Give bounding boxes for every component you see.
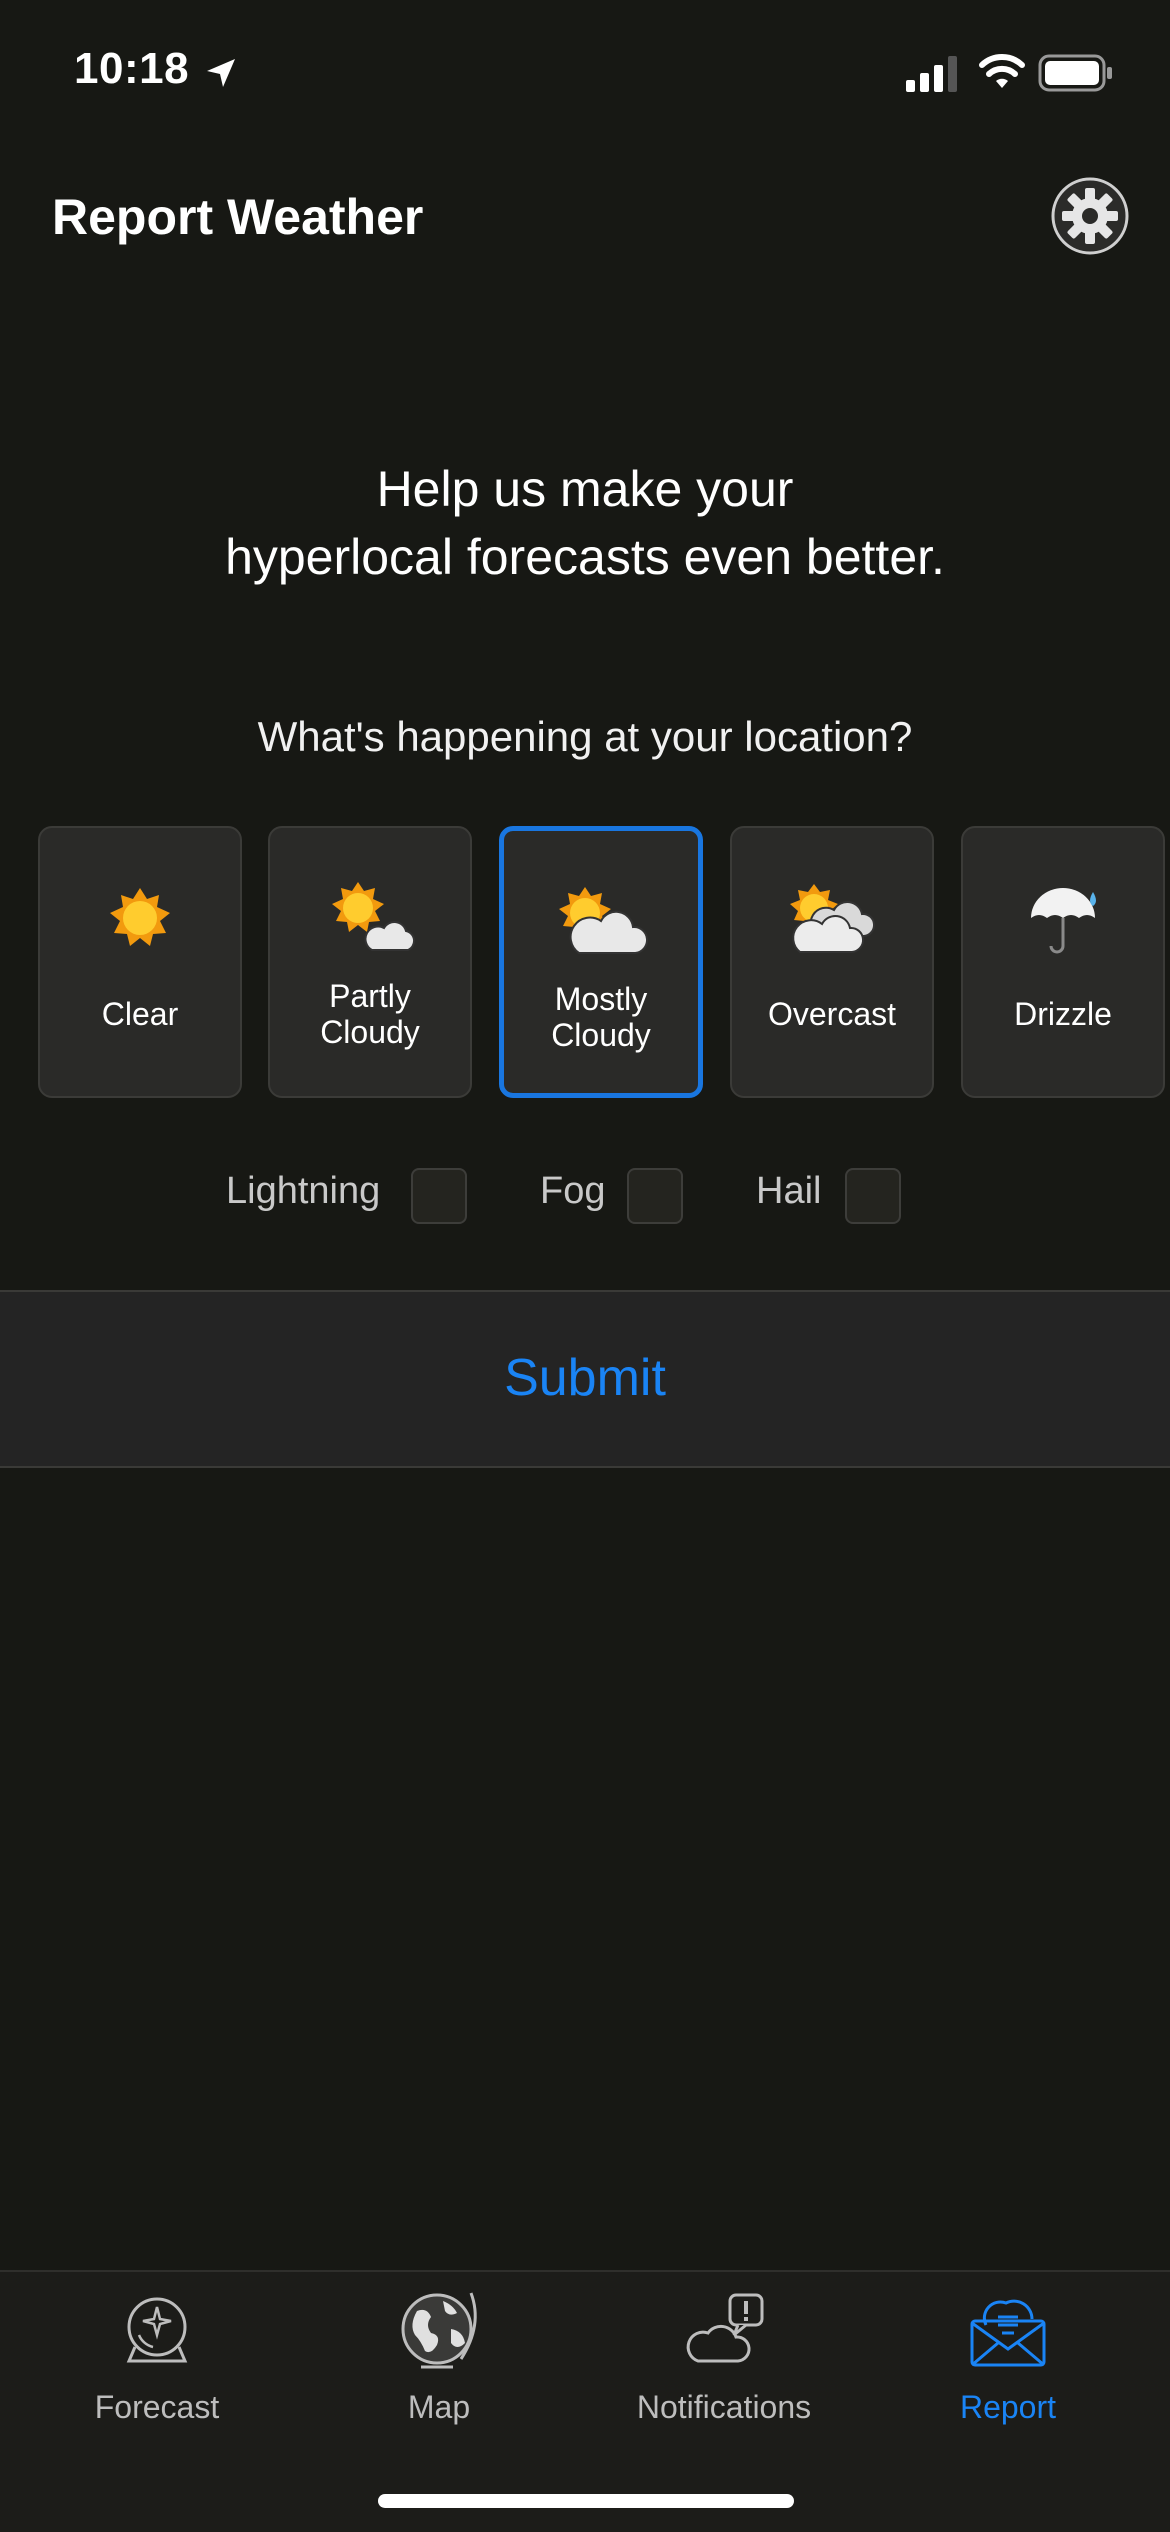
hail-checkbox[interactable] [845, 1168, 901, 1224]
home-indicator[interactable] [378, 2494, 794, 2508]
cellular-signal-icon [906, 56, 957, 92]
mail-cloud-icon [970, 2299, 1046, 2367]
tab-label: Map [407, 2389, 471, 2425]
condition-card-clear[interactable]: Clear [38, 826, 242, 1098]
condition-card-drizzle[interactable]: Drizzle [961, 826, 1165, 1098]
condition-label: Overcast [767, 996, 897, 1032]
intro-line-2: hyperlocal forecasts even better. [225, 529, 945, 585]
condition-card-partly-cloudy[interactable]: Partly Cloudy [268, 826, 472, 1098]
intro-text: Help us make your hyperlocal forecasts e… [0, 455, 1170, 591]
partly-cloudy-icon [332, 882, 416, 951]
lightning-checkbox[interactable] [411, 1168, 467, 1224]
tab-notifications[interactable]: Notifications [624, 2285, 824, 2426]
tab-label: Notifications [636, 2389, 812, 2425]
tab-report[interactable]: Report [908, 2285, 1108, 2426]
page-title: Report Weather [52, 189, 424, 245]
sun-icon [110, 888, 170, 946]
condition-card-mostly-cloudy[interactable]: Mostly Cloudy [499, 826, 703, 1098]
status-time: 10:18 [74, 44, 190, 93]
drizzle-umbrella-icon [1031, 888, 1096, 954]
mostly-cloudy-icon [559, 887, 648, 954]
hail-label: Hail [756, 1170, 822, 1212]
intro-line-1: Help us make your [376, 461, 794, 517]
fog-checkbox[interactable] [627, 1168, 683, 1224]
settings-gear-icon[interactable] [1050, 176, 1130, 256]
tab-map[interactable]: Map [339, 2285, 539, 2426]
crystal-ball-icon [126, 2297, 188, 2363]
condition-label: Clear [101, 996, 179, 1032]
lightning-label: Lightning [226, 1170, 381, 1212]
condition-label: Partly Cloudy [320, 978, 420, 1050]
condition-label: Drizzle [1014, 996, 1112, 1032]
tab-label: Report [959, 2389, 1057, 2425]
tab-forecast[interactable]: Forecast [57, 2285, 257, 2426]
overcast-icon [790, 884, 876, 953]
submit-label[interactable]: Submit [0, 1348, 1170, 1408]
cloud-alert-icon [686, 2293, 764, 2363]
fog-label: Fog [540, 1170, 606, 1212]
battery-icon [1038, 54, 1112, 92]
location-prompt: What's happening at your location? [257, 713, 913, 760]
tab-label: Forecast [94, 2389, 220, 2425]
globe-icon [401, 2292, 477, 2369]
condition-label: Mostly Cloudy [551, 981, 651, 1053]
location-arrow-icon [207, 59, 235, 87]
wifi-icon [979, 54, 1025, 88]
condition-card-overcast[interactable]: Overcast [730, 826, 934, 1098]
